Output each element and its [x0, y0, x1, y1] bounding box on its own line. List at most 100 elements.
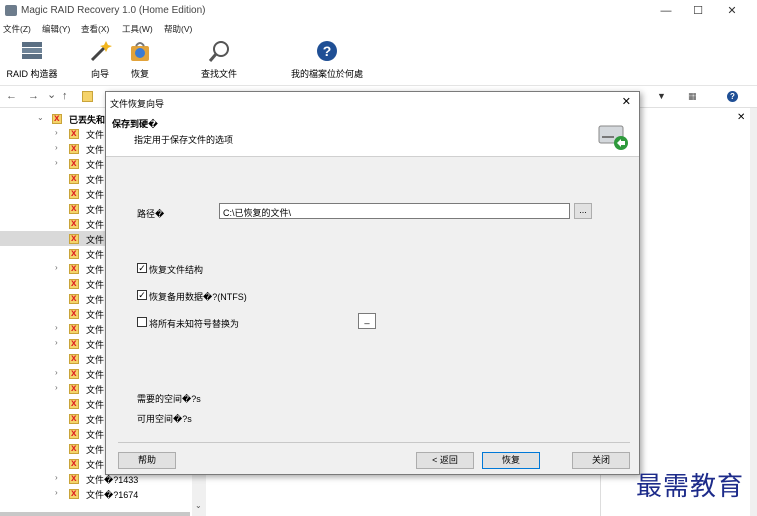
lost-folder-icon: x: [69, 338, 79, 349]
tree-row-label: 文件: [86, 175, 105, 185]
tree-row-label: 文件: [86, 340, 105, 350]
back-button[interactable]: < 返回: [416, 452, 474, 469]
expand-chevron-icon[interactable]: ›: [55, 338, 58, 347]
my-files-button[interactable]: ? 我的檔案位於何處: [284, 40, 370, 80]
lost-folder-icon: x: [69, 158, 79, 169]
title-bar: Magic RAID Recovery 1.0 (Home Edition) —…: [0, 0, 757, 22]
lost-folder-icon: x: [69, 203, 79, 214]
restore-structure-checkbox[interactable]: ✓: [137, 263, 147, 273]
tree-row-label: 文件: [86, 355, 105, 365]
menu-view[interactable]: 查看(X): [81, 23, 109, 35]
menu-bar: 文件(Z) 编辑(Y) 查看(X) 工具(W) 帮助(V): [0, 22, 757, 36]
lost-folder-icon: x: [69, 383, 79, 394]
dialog-title: 文件恢复向导: [110, 99, 165, 109]
browse-button[interactable]: ...: [574, 203, 592, 219]
recover-button[interactable]: 恢复: [124, 40, 156, 80]
tree-row-label: 文件: [86, 430, 105, 440]
lost-folder-icon: x: [69, 233, 79, 244]
tree-row-label: 文件: [86, 280, 105, 290]
path-label: 路径�: [137, 209, 165, 219]
recover-bag-icon: [131, 42, 149, 61]
expand-chevron-icon[interactable]: ›: [55, 488, 58, 497]
recover-dialog-button[interactable]: 恢复: [482, 452, 540, 469]
help-button[interactable]: 帮助: [118, 452, 176, 469]
expand-chevron-icon[interactable]: ›: [55, 263, 58, 272]
dialog-divider: [118, 442, 630, 443]
lost-folder-icon: x: [69, 218, 79, 229]
back-arrow-icon[interactable]: ←: [6, 90, 17, 102]
expand-chevron-icon[interactable]: ›: [55, 143, 58, 152]
find-file-label: 查找文件: [200, 69, 237, 79]
menu-tools[interactable]: 工具(W): [122, 23, 153, 35]
space-needed-label: 需要的空间�?s: [137, 394, 201, 404]
alt-streams-checkbox[interactable]: ✓: [137, 290, 147, 300]
location-icon: [82, 91, 93, 102]
expand-chevron-icon[interactable]: ›: [55, 128, 58, 137]
history-dropdown-icon[interactable]: ⌄: [47, 88, 56, 101]
menu-file[interactable]: 文件(Z): [3, 23, 31, 35]
replace-symbols-checkbox[interactable]: [137, 317, 147, 327]
collapse-chevron-icon[interactable]: ⌄: [37, 113, 44, 122]
expand-chevron-icon[interactable]: ›: [55, 383, 58, 392]
scroll-down-icon[interactable]: ⌄: [195, 501, 202, 510]
tree-row-label: 文件: [86, 310, 105, 320]
hard-drive-icon: [598, 125, 628, 150]
recover-label: 恢复: [130, 69, 149, 79]
expand-chevron-icon[interactable]: ›: [55, 368, 58, 377]
view-mode-icon[interactable]: ▦: [688, 91, 697, 102]
lost-folder-icon: x: [69, 458, 79, 469]
wand-icon: [90, 41, 112, 62]
raid-builder-button[interactable]: RAID 构造器: [6, 40, 58, 80]
tree-row-label: 文件: [86, 295, 105, 305]
lost-folder-icon: x: [69, 413, 79, 424]
path-input[interactable]: C:\已恢复的文件\: [219, 203, 570, 219]
replace-char-input[interactable]: _: [358, 313, 376, 329]
watermark-text: 最需教育: [636, 472, 745, 502]
tree-row-label: 文件�?1674: [86, 490, 139, 500]
step-title: 保存到硬�: [112, 119, 159, 129]
minimize-button[interactable]: —: [652, 3, 680, 19]
close-pane-icon[interactable]: ✕: [737, 112, 745, 123]
tree-row-label: 文件: [86, 370, 105, 380]
lost-folder-icon: x: [69, 263, 79, 274]
toolbar: RAID 构造器 向导 恢复 查找文件 ? 我的檔案位於何處: [0, 36, 757, 86]
help-icon[interactable]: ?: [727, 91, 738, 102]
maximize-button[interactable]: ☐: [684, 3, 712, 19]
lost-folder-icon: x: [69, 428, 79, 439]
wizard-button[interactable]: 向导: [86, 40, 114, 80]
expand-chevron-icon[interactable]: ›: [55, 158, 58, 167]
raid-drives-icon: [22, 42, 42, 59]
expand-chevron-icon[interactable]: ›: [55, 323, 58, 332]
svg-text:?: ?: [323, 43, 332, 59]
tree-row[interactable]: › x 文件�?1674: [0, 486, 206, 501]
lost-folder-icon: x: [69, 308, 79, 319]
close-dialog-button[interactable]: 关闭: [572, 452, 630, 469]
menu-help[interactable]: 帮助(V): [164, 23, 192, 35]
lost-folder-icon: x: [69, 368, 79, 379]
lost-folder-icon: x: [69, 323, 79, 334]
lost-folder-icon: x: [69, 398, 79, 409]
close-window-button[interactable]: ✕: [718, 3, 746, 19]
lost-folder-icon: x: [69, 248, 79, 259]
dialog-header: 保存到硬� 指定用于保存文件的选项: [106, 112, 639, 157]
tree-row-label: 文件: [86, 415, 105, 425]
wizard-label: 向导: [90, 69, 109, 79]
lost-folder-icon: x: [69, 293, 79, 304]
tree-row-label: 文件: [86, 220, 105, 230]
filter-icon[interactable]: ▼: [657, 91, 666, 101]
help-question-icon: ?: [317, 41, 337, 61]
dialog-close-icon[interactable]: ✕: [622, 95, 631, 108]
horizontal-scrollbar[interactable]: [0, 512, 190, 516]
expand-chevron-icon[interactable]: ›: [55, 473, 58, 482]
find-file-button[interactable]: 查找文件: [196, 40, 242, 80]
tree-row-label: 文件: [86, 325, 105, 335]
tree-row-label: 文件: [86, 235, 105, 245]
tree-row-label: 文件: [86, 400, 105, 410]
raid-builder-label: RAID 构造器: [6, 69, 58, 79]
forward-arrow-icon[interactable]: →: [28, 90, 39, 102]
restore-structure-label: 恢复文件结构: [149, 265, 204, 275]
up-arrow-icon[interactable]: ↑: [62, 90, 68, 102]
details-scrollbar[interactable]: [750, 108, 757, 516]
tree-row-label: 文件: [86, 190, 105, 200]
menu-edit[interactable]: 编辑(Y): [42, 23, 70, 35]
